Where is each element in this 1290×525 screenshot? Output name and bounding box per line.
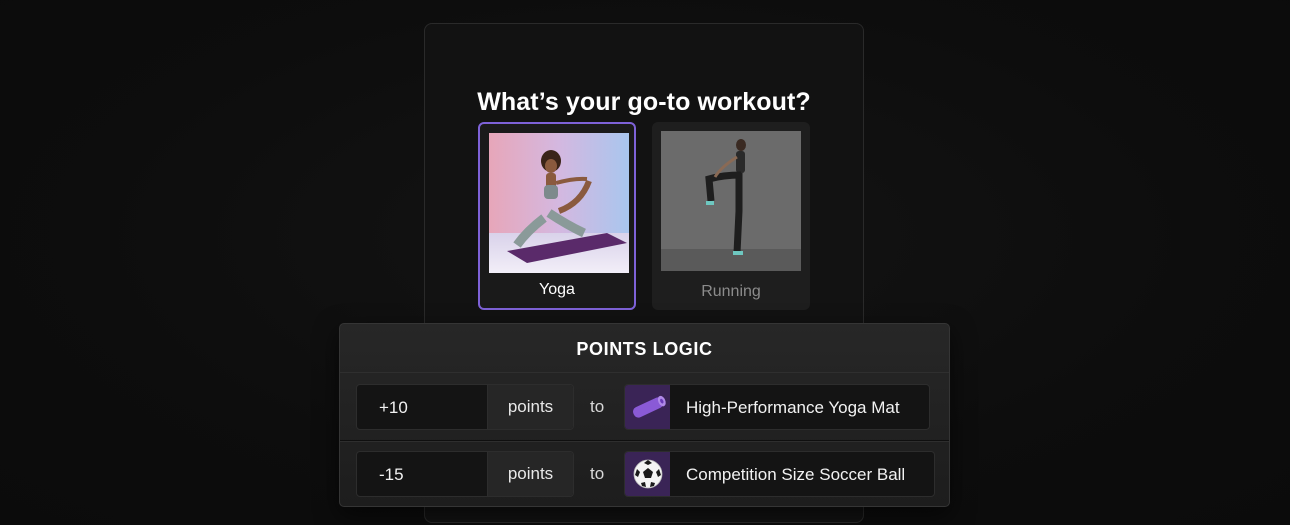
quiz-title: What’s your go-to workout? [477, 88, 811, 116]
soccer-ball-icon [625, 452, 670, 496]
running-photo [661, 131, 801, 271]
points-input[interactable]: +10 points [356, 384, 574, 430]
points-unit-label: points [487, 452, 573, 496]
product-selector[interactable]: Competition Size Soccer Ball [624, 451, 935, 497]
yoga-mat-icon [625, 385, 670, 429]
points-logic-title: POINTS LOGIC [576, 339, 713, 359]
option-label-yoga: Yoga [539, 281, 575, 298]
points-rule-row: -15 points to Competition Size Soccer Ba… [356, 451, 936, 497]
product-name: High-Performance Yoga Mat [686, 398, 900, 417]
panel-divider [340, 372, 949, 373]
points-rule-row: +10 points to High-Performance Yoga Mat [356, 384, 936, 430]
row-divider [340, 440, 949, 441]
points-unit-label: points [487, 385, 573, 429]
points-value[interactable]: +10 [379, 398, 408, 418]
product-selector[interactable]: High-Performance Yoga Mat [624, 384, 930, 430]
connector-text: to [590, 464, 605, 483]
yoga-photo [489, 133, 629, 273]
points-value[interactable]: -15 [379, 465, 404, 485]
points-input[interactable]: -15 points [356, 451, 574, 497]
points-logic-panel: POINTS LOGIC +10 points to High-Performa… [339, 323, 950, 507]
connector-text: to [590, 397, 605, 416]
product-name: Competition Size Soccer Ball [686, 465, 906, 484]
option-yoga[interactable]: Yoga [478, 122, 636, 310]
stage: What’s your go-to workout? Yoga Running … [0, 0, 1290, 525]
option-running[interactable]: Running [652, 122, 810, 310]
option-label-running: Running [701, 283, 761, 300]
